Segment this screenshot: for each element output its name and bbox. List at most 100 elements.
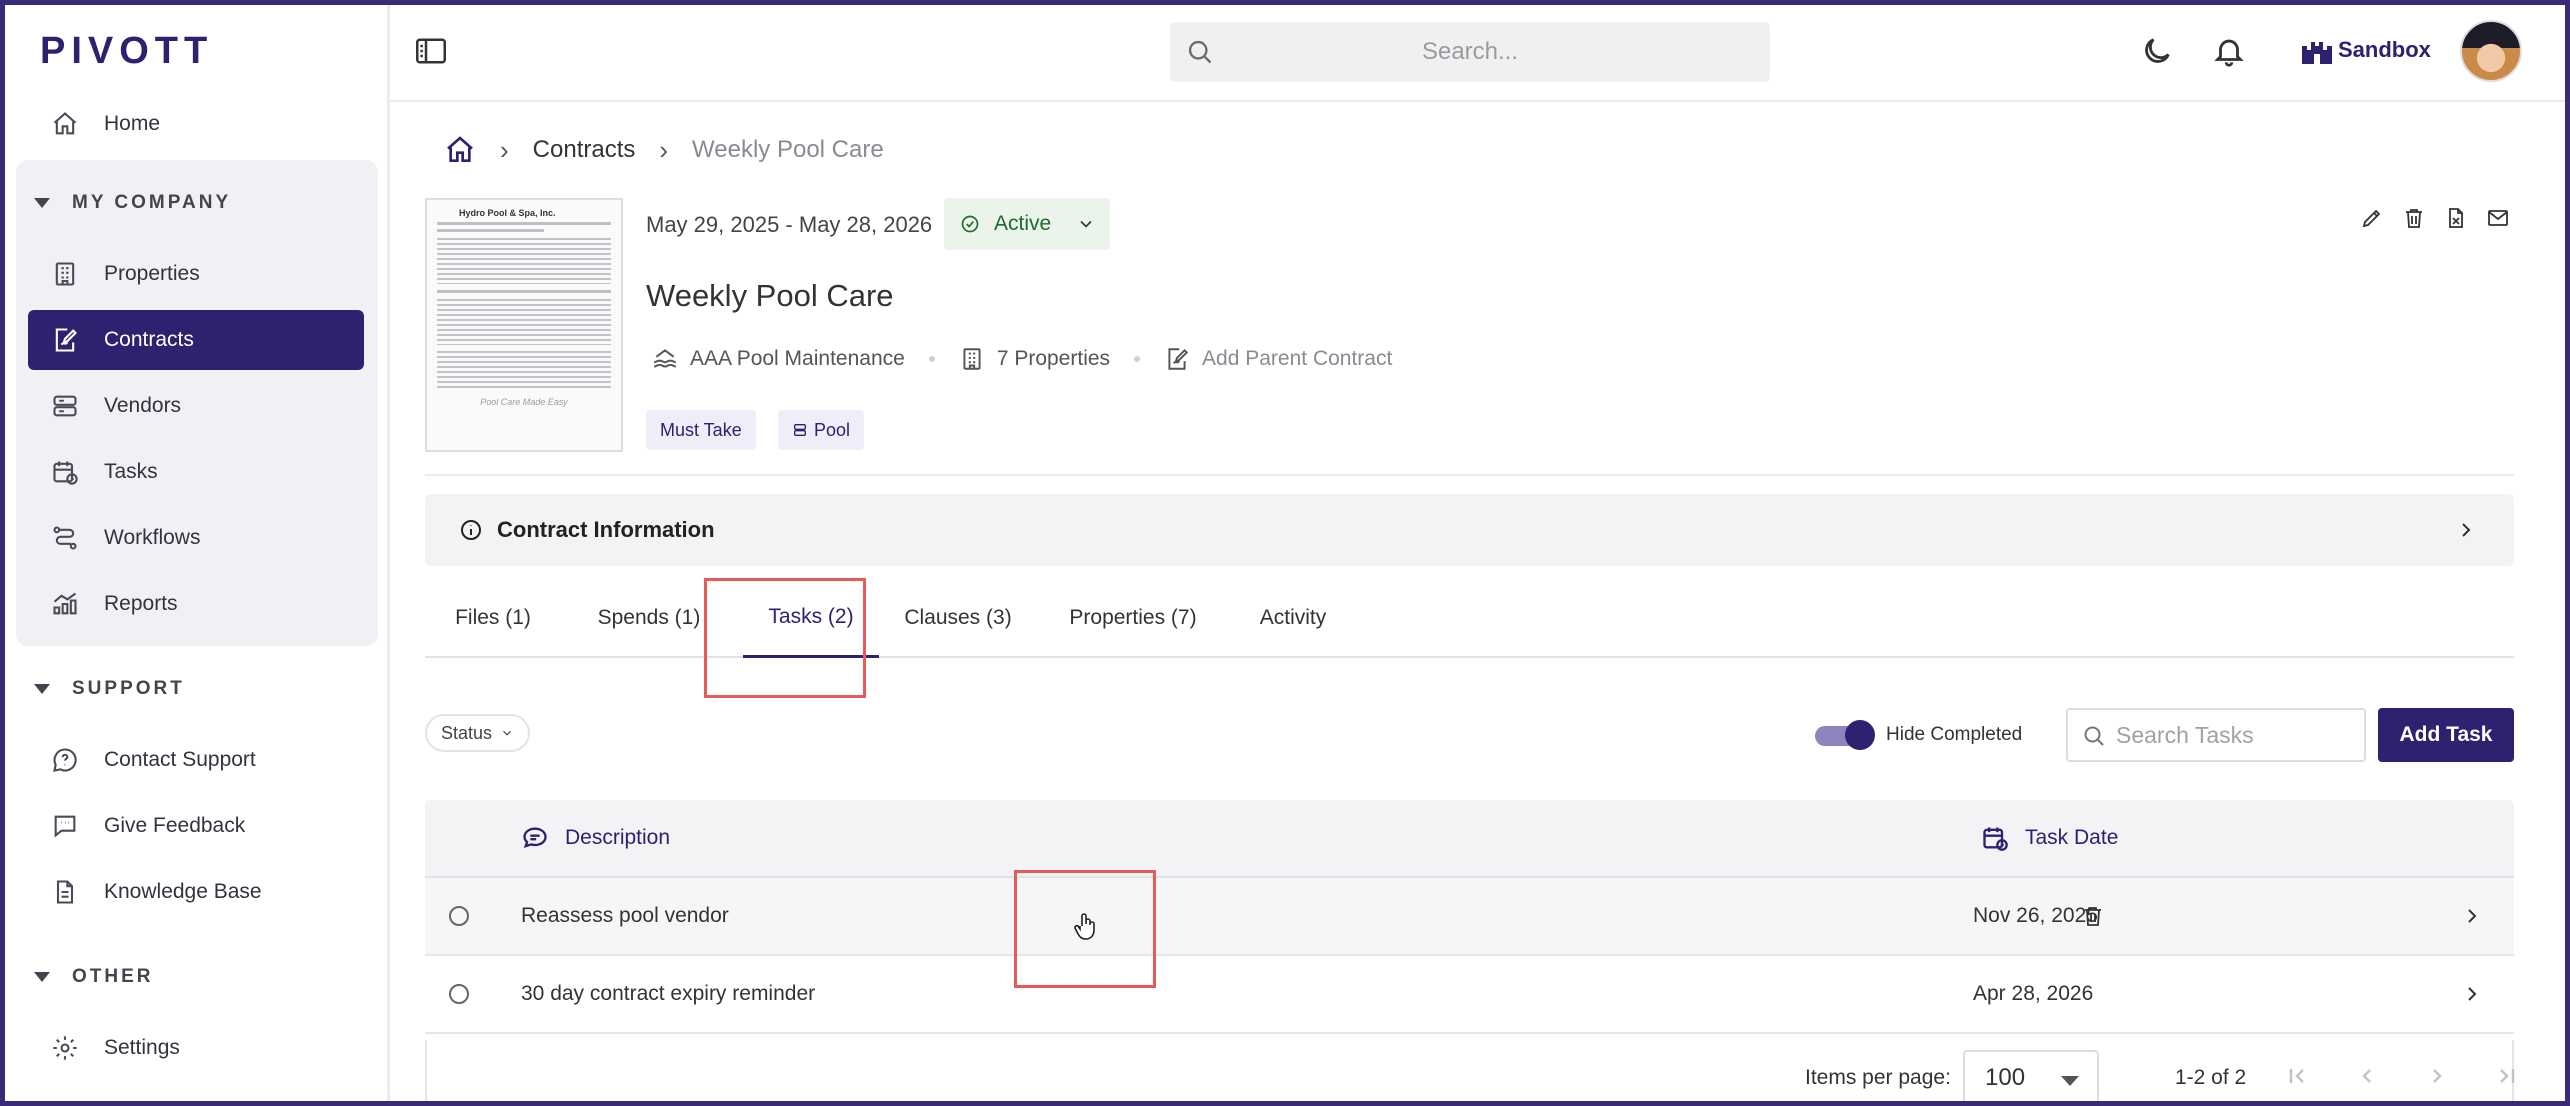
chevron-right-icon: › [659,134,669,165]
column-label: Task Date [2025,826,2119,849]
items-per-page-select[interactable]: 100 [1963,1050,2099,1106]
next-page-icon[interactable] [2425,1064,2449,1088]
calendar-clock-icon [50,457,80,487]
tab-tasks[interactable]: Tasks (2) [743,578,879,658]
info-icon [461,520,481,540]
task-complete-radio[interactable] [449,906,469,926]
home-icon[interactable] [444,134,476,166]
sidebar-item-contact-support[interactable]: Contact Support [28,730,364,790]
pool-icon [654,349,676,368]
collapse-triangle-icon [34,684,50,694]
workflow-icon [50,523,80,553]
table-header: Description Task Date [425,800,2514,878]
chevron-down-icon [503,730,511,736]
breadcrumb-contracts[interactable]: Contracts [533,136,636,164]
dark-mode-toggle[interactable] [2140,34,2174,68]
delete-trash-icon[interactable] [2081,904,2105,928]
column-task-date[interactable]: Task Date [1981,824,2118,852]
workspace-name: Sandbox [2338,37,2431,62]
tab-files[interactable]: Files (1) [425,578,561,658]
sidebar-item-give-feedback[interactable]: Give Feedback [28,796,364,856]
hide-completed-toggle[interactable] [1815,720,1875,750]
workspace-switcher[interactable]: Sandbox [2300,34,2431,66]
add-task-button[interactable]: Add Task [2378,708,2514,762]
chevron-down-icon [1080,220,1092,228]
sidebar-item-knowledge-base[interactable]: Knowledge Base [28,862,364,922]
pagination-range: 1-2 of 2 [2175,1066,2247,1089]
contract-information-toggle[interactable]: Contract Information [425,494,2514,566]
notifications-button[interactable] [2212,34,2246,68]
sidebar-item-tasks[interactable]: Tasks [28,442,364,502]
section-support[interactable]: SUPPORT [34,678,185,700]
properties-link[interactable]: 7 Properties [959,346,1110,372]
gear-icon [50,1033,80,1063]
contract-information-label: Contract Information [497,517,715,542]
doc-line [437,222,611,225]
column-description[interactable]: Description [521,824,670,852]
column-label: Description [565,826,671,849]
user-avatar[interactable] [2460,20,2522,82]
task-description: 30 day contract expiry reminder [521,982,816,1005]
sidebar-item-reports[interactable]: Reports [28,574,364,634]
chevron-right-icon[interactable] [2460,904,2484,928]
task-search [2066,708,2366,762]
export-file-icon[interactable] [2444,206,2468,230]
global-search-input[interactable] [1170,22,1770,82]
task-date: Nov 26, 2025 [1973,904,2098,927]
sidebar-item-label: Reports [104,592,178,615]
chevron-right-icon: › [500,134,509,165]
contract-sign-icon [50,325,80,355]
thumbnail-header: Hydro Pool & Spa, Inc. [459,208,556,218]
sidebar-item-properties[interactable]: Properties [28,244,364,304]
properties-count: 7 Properties [996,347,1111,370]
tab-spends[interactable]: Spends (1) [561,578,737,658]
toggle-sidebar-icon[interactable] [416,38,446,64]
doc-block [437,351,611,391]
tag-label: Pool [814,419,851,440]
tag-must-take[interactable]: Must Take [646,410,756,450]
collapse-triangle-icon [34,972,50,982]
doc-line [437,290,611,293]
sidebar-item-settings[interactable]: Settings [28,1018,364,1078]
chevron-right-icon[interactable] [2460,982,2484,1006]
task-search-input[interactable] [2068,710,2364,760]
status-dropdown[interactable]: Active [944,198,1110,250]
table-row[interactable]: Reassess pool vendor Nov 26, 2025 [425,878,2514,956]
first-page-icon[interactable] [2285,1064,2309,1088]
sidebar-item-label: Workflows [104,526,201,549]
tab-clauses[interactable]: Clauses (3) [883,578,1033,658]
add-parent-contract-label: Add Parent Contract [1202,347,1393,370]
doc-block [437,299,611,345]
contract-sign-icon [1168,348,1189,370]
vendor-link[interactable]: AAA Pool Maintenance [652,346,905,372]
sidebar-item-label: Knowledge Base [104,880,262,903]
building-icon [50,259,80,289]
delete-trash-icon[interactable] [2402,206,2426,230]
sidebar-item-vendors[interactable]: Vendors [28,376,364,436]
app-logo[interactable]: PIVOTT [40,30,213,73]
sidebar-item-home[interactable]: Home [28,94,364,154]
task-complete-radio[interactable] [449,984,469,1004]
toggle-knob [1845,720,1875,750]
section-my-company[interactable]: MY COMPANY [34,192,231,214]
sidebar-item-label: Give Feedback [104,814,246,837]
add-parent-contract-link[interactable]: Add Parent Contract [1164,346,1392,372]
last-page-icon[interactable] [2495,1064,2519,1088]
doc-block [437,238,611,284]
edit-pencil-icon[interactable] [2360,206,2384,230]
contract-document-thumbnail[interactable]: Hydro Pool & Spa, Inc. Pool Care Made Ea… [425,198,623,452]
tab-bar: Files (1) Spends (1) Tasks (2) Clauses (… [425,578,2514,658]
section-other[interactable]: OTHER [34,966,154,988]
previous-page-icon[interactable] [2355,1064,2379,1088]
thumbnail-footer: Pool Care Made Easy [480,397,568,407]
support-chat-icon [50,745,80,775]
status-filter[interactable]: Status [425,714,531,752]
email-icon[interactable] [2486,206,2510,230]
sidebar-item-contracts[interactable]: Contracts [28,310,364,370]
table-row[interactable]: 30 day contract expiry reminder Apr 28, … [425,956,2514,1034]
tab-activity[interactable]: Activity [1233,578,1353,658]
pagination-bar: Items per page: 100 1-2 of 2 [425,1040,2515,1106]
tab-properties[interactable]: Properties (7) [1033,578,1233,658]
tag-pool[interactable]: Pool [778,410,865,450]
sidebar-item-workflows[interactable]: Workflows [28,508,364,568]
